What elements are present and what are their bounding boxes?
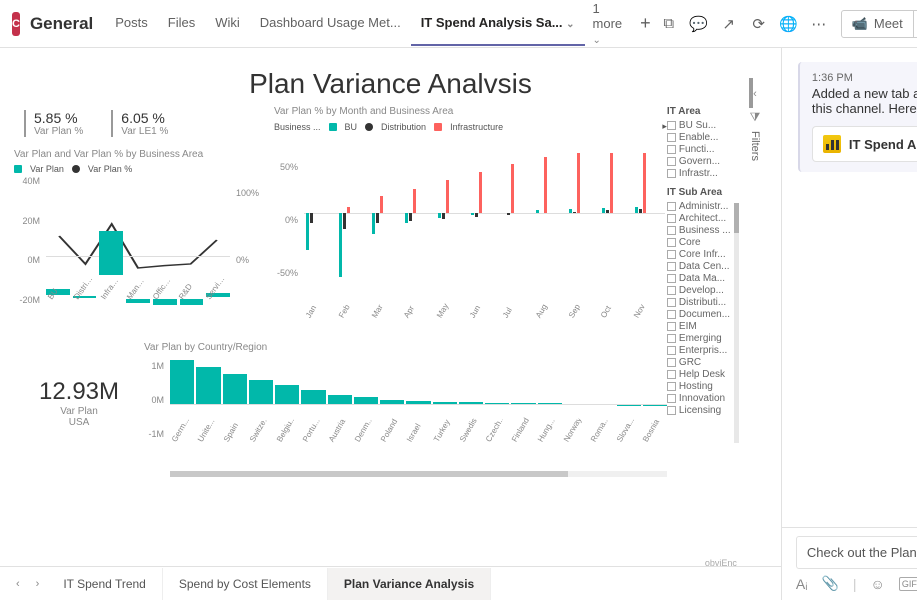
slicer-item[interactable]: Help Desk xyxy=(667,369,739,380)
spark-chart-title: Var Plan % by Month and Business Area xyxy=(274,106,667,117)
slicer-item[interactable]: Govern... xyxy=(667,156,739,167)
prev-page-icon[interactable]: ‹ xyxy=(8,570,28,598)
slicer-item[interactable]: Enable... xyxy=(667,132,739,143)
filters-pane: ‹ ⧩ Filters xyxy=(743,88,767,163)
channel-tabs: Posts Files Wiki Dashboard Usage Met... … xyxy=(105,1,660,46)
tab-files[interactable]: Files xyxy=(158,1,205,46)
slicer-scrollbar[interactable] xyxy=(734,203,739,443)
slicer-item[interactable]: GRC xyxy=(667,357,739,368)
slicer-item[interactable]: Innovation xyxy=(667,393,739,404)
conversation-panel: 1:36 PM Added a new tab at the top of th… xyxy=(782,48,917,600)
tabs-more[interactable]: 1 more ⌄ xyxy=(585,1,631,46)
report-page-tabs: ‹ › IT Spend Trend Spend by Cost Element… xyxy=(0,566,781,600)
globe-icon[interactable]: 🌐 xyxy=(781,16,797,32)
slicer-item[interactable]: Data Ma... xyxy=(667,273,739,284)
collapse-filters-icon[interactable]: ‹ xyxy=(743,88,767,100)
format-icon[interactable]: Aᵢ xyxy=(796,576,808,592)
slicer-item[interactable]: Enterpris... xyxy=(667,345,739,356)
spark-chart[interactable]: 50% 0% -50% JanFebMarAprMayJunJulAugSepO… xyxy=(274,138,667,338)
expand-icon[interactable]: ↗ xyxy=(721,16,737,32)
tab-it-spend[interactable]: IT Spend Analysis Sa... ⌄ xyxy=(411,1,585,46)
more-icon[interactable]: ⋯ xyxy=(811,16,827,32)
slicer-item[interactable]: Hosting xyxy=(667,381,739,392)
slicer-item[interactable]: Distributi... xyxy=(667,297,739,308)
tab-dashboard-usage[interactable]: Dashboard Usage Met... xyxy=(250,1,411,46)
refresh-icon[interactable]: ⟳ xyxy=(751,16,767,32)
slicer-item[interactable]: Infrastr... xyxy=(667,168,739,179)
gif-icon[interactable]: GIF xyxy=(899,577,917,591)
slicer-item[interactable]: Licensing xyxy=(667,405,739,416)
kpi-var-le1-pct: 6.05 % Var LE1 % xyxy=(111,110,168,137)
reply-input[interactable] xyxy=(796,536,917,569)
page-title: Plan Variance Analvsis xyxy=(14,68,767,100)
country-scrollbar[interactable] xyxy=(170,471,667,477)
powerbi-icon xyxy=(823,135,841,153)
chat-message[interactable]: 1:36 PM Added a new tab at the top of th… xyxy=(798,62,917,172)
chevron-down-icon[interactable]: ⌄ xyxy=(566,19,574,30)
tab-posts[interactable]: Posts xyxy=(105,1,158,46)
slicer-item[interactable]: Emerging xyxy=(667,333,739,344)
combo-legend: Var Plan Var Plan % xyxy=(14,164,264,174)
meet-dropdown[interactable]: ⌄ xyxy=(913,11,917,37)
compose-area: Aᵢ 📎 | ☺ GIF ❐ ▷ ⋯ ➤ xyxy=(782,527,917,600)
report-tab-spend-by-cost[interactable]: Spend by Cost Elements xyxy=(163,568,328,600)
funnel-icon[interactable]: ⧩ xyxy=(743,110,767,125)
slicer-it-area-title: IT Area xyxy=(667,106,739,117)
camera-icon: 📹 xyxy=(852,16,868,32)
tab-wiki[interactable]: Wiki xyxy=(205,1,250,46)
slicer-item[interactable]: Administr... xyxy=(667,201,739,212)
slicer-item[interactable]: Documen... xyxy=(667,309,739,320)
slicer-item[interactable]: EIM xyxy=(667,321,739,332)
slicer-item[interactable]: Core Infr... xyxy=(667,249,739,260)
slicer-it-sub-area-title: IT Sub Area xyxy=(667,187,739,198)
report-tab-it-spend-trend[interactable]: IT Spend Trend xyxy=(47,568,163,600)
report-tab-plan-variance[interactable]: Plan Variance Analysis xyxy=(328,568,491,600)
slicer-panel: IT Area BU Su...Enable...Functi...Govern… xyxy=(667,104,739,417)
kpi-var-plan-pct: 5.85 % Var Plan % xyxy=(24,110,83,137)
next-page-icon[interactable]: › xyxy=(28,570,48,598)
team-avatar[interactable]: C xyxy=(12,12,20,36)
kpi-var-plan-total: 12.93M Var Plan USA xyxy=(14,342,144,477)
slicer-item[interactable]: Business ... xyxy=(667,225,739,236)
country-chart[interactable]: Var Plan by Country/Region 1M 0M -1M Ger… xyxy=(144,342,667,477)
spark-legend: Business ... BU Distribution Infrastruct… xyxy=(274,121,667,132)
attach-icon[interactable]: 📎 xyxy=(821,575,838,592)
popout-icon[interactable]: ⧉ xyxy=(661,16,677,32)
slicer-item[interactable]: Functi... xyxy=(667,144,739,155)
filters-label[interactable]: Filters xyxy=(749,131,761,161)
watermark: obviEnc xyxy=(705,558,737,566)
slicer-item[interactable]: Develop... xyxy=(667,285,739,296)
report-area: Plan Variance Analvsis ‹ ⧩ Filters IT Ar… xyxy=(0,48,782,600)
chat-icon[interactable]: 💬 xyxy=(691,16,707,32)
slicer-item[interactable]: Core xyxy=(667,237,739,248)
slicer-item[interactable]: BU Su... xyxy=(667,120,739,131)
add-tab-button[interactable]: + xyxy=(630,13,661,34)
channel-name[interactable]: General xyxy=(30,14,93,34)
combo-chart-title: Var Plan and Var Plan % by Business Area xyxy=(14,149,264,160)
message-time: 1:36 PM xyxy=(812,72,917,84)
slicer-item[interactable]: Architect... xyxy=(667,213,739,224)
message-text: Added a new tab at the top of this chann… xyxy=(812,86,917,116)
meet-button[interactable]: 📹 Meet xyxy=(842,11,913,37)
slicer-item[interactable]: Data Cen... xyxy=(667,261,739,272)
tab-link-card[interactable]: IT Spend An... xyxy=(812,126,917,162)
emoji-icon[interactable]: ☺ xyxy=(871,576,885,592)
combo-chart[interactable]: 40M 20M 0M -20M 100% 0% xyxy=(14,176,264,326)
app-header: C General Posts Files Wiki Dashboard Usa… xyxy=(0,0,917,48)
